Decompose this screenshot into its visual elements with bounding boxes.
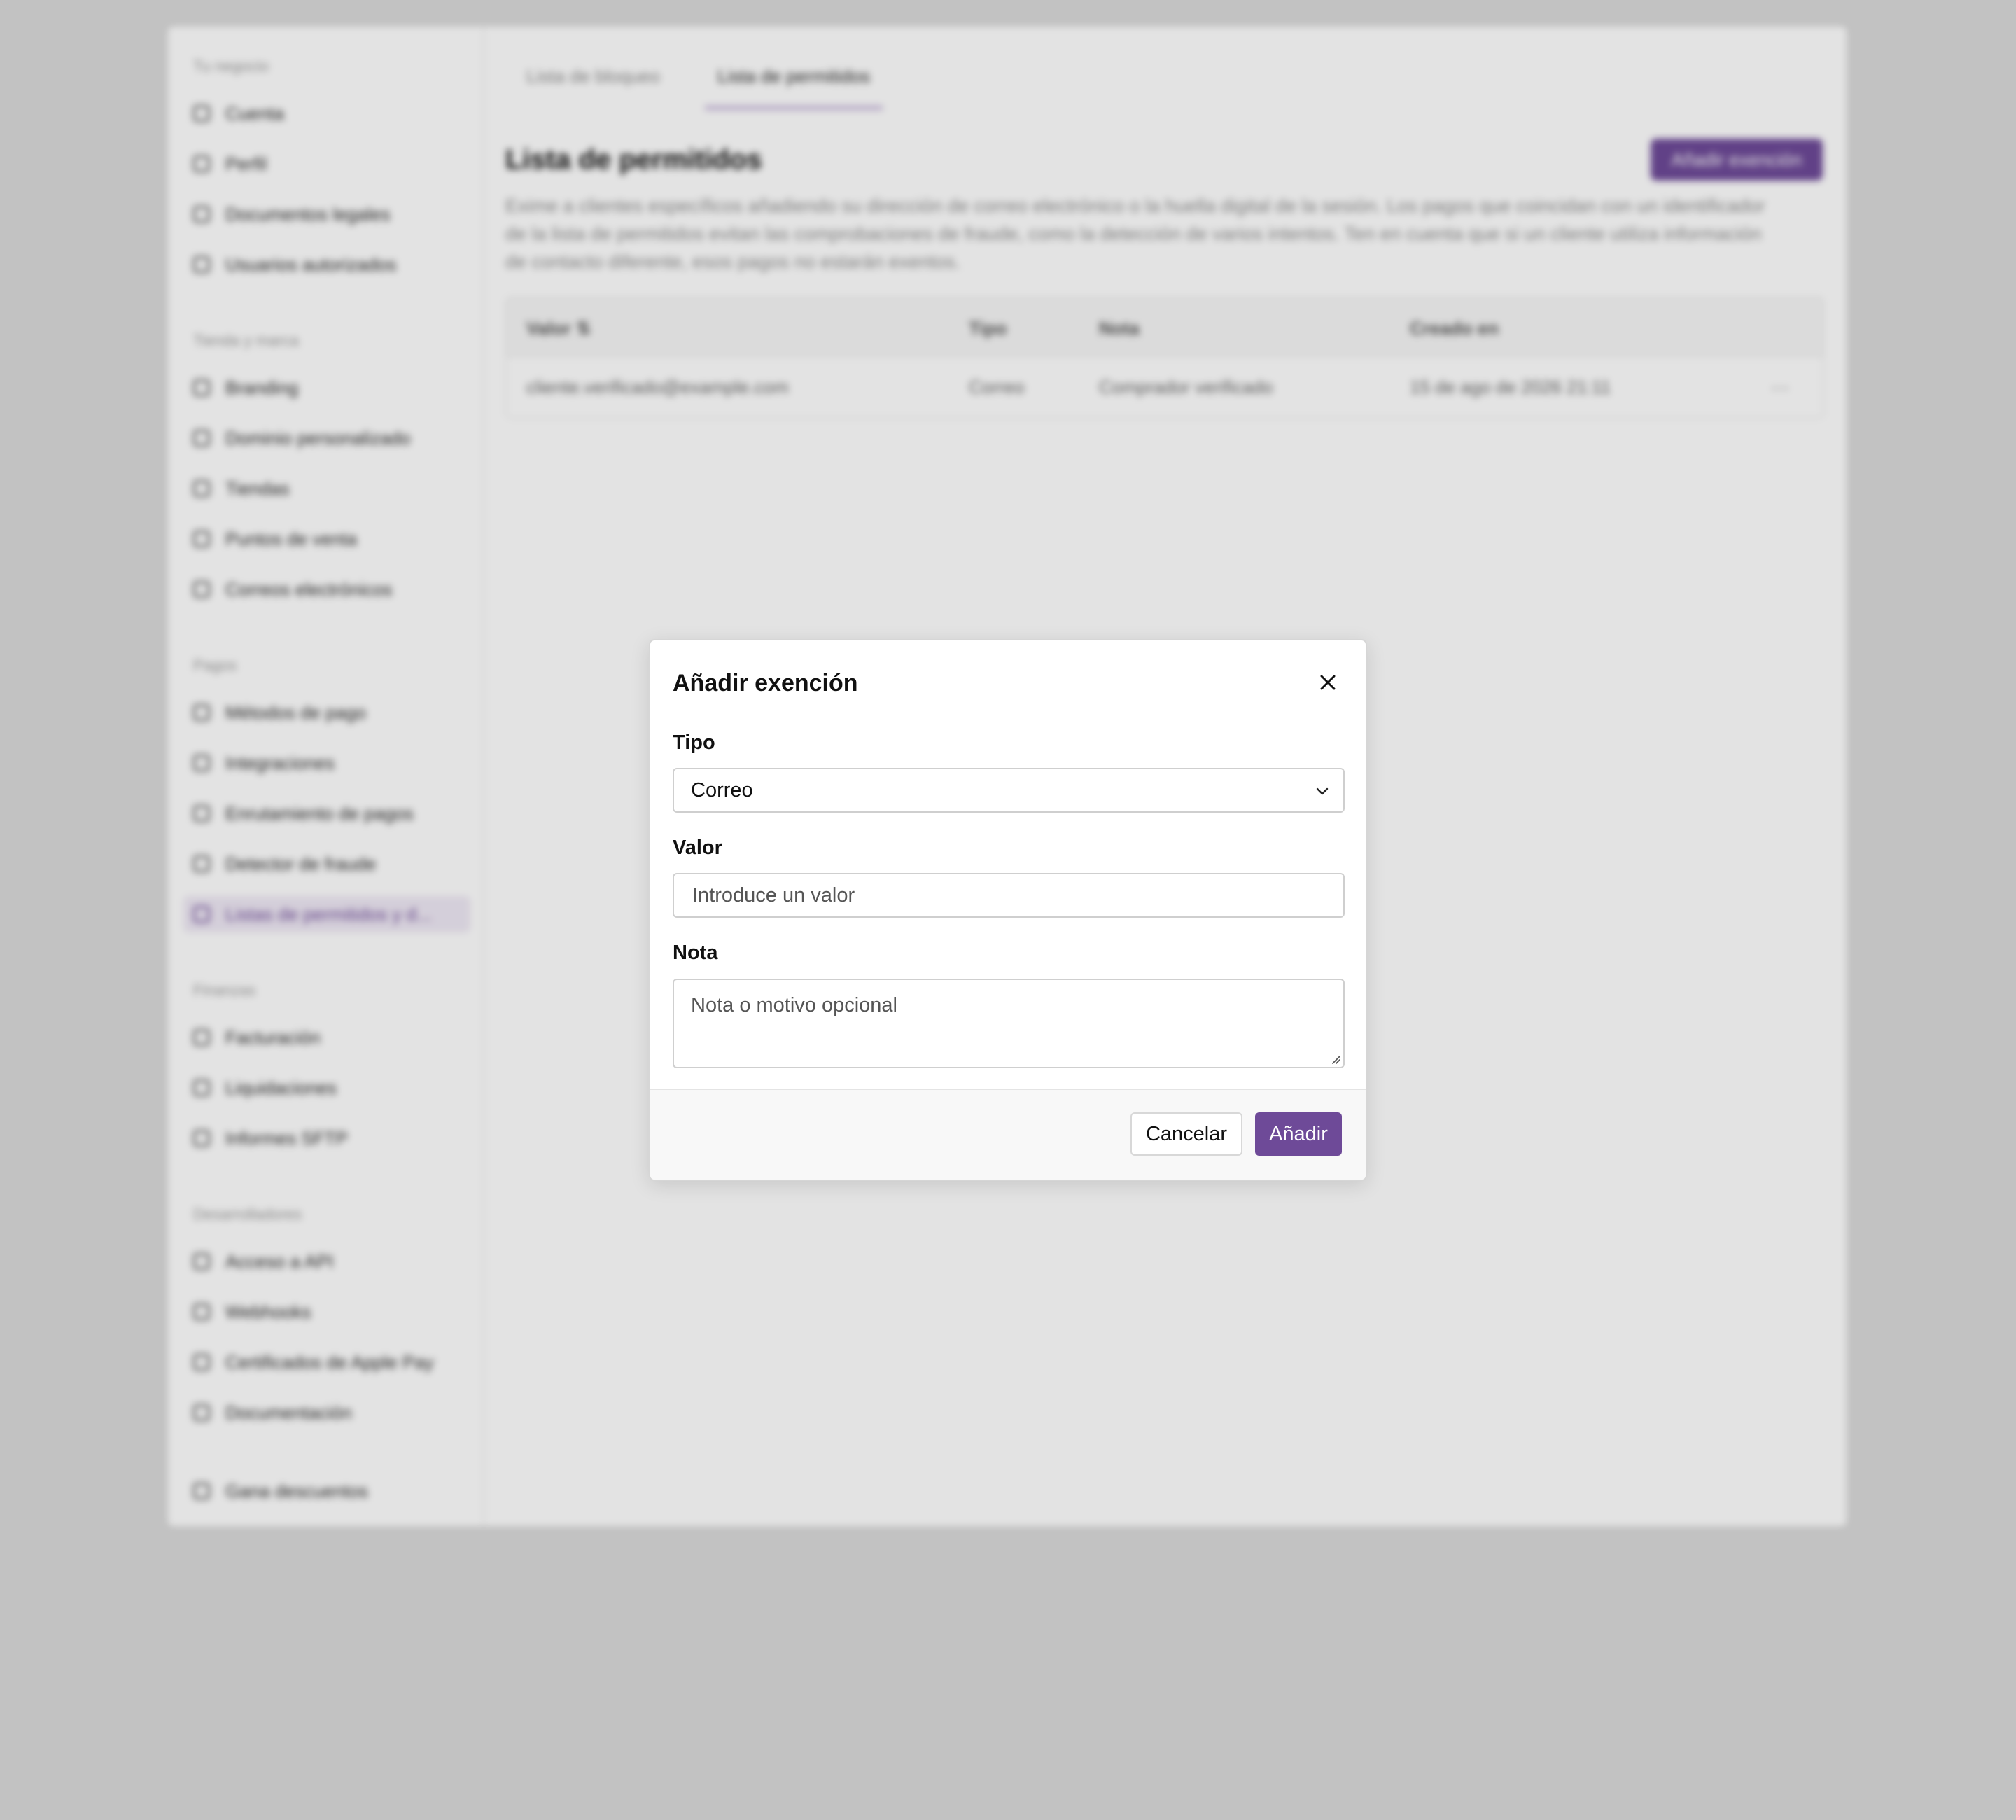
valor-field-wrapper <box>673 873 1345 918</box>
chevron-down-icon <box>1316 788 1329 795</box>
add-button[interactable]: Añadir <box>1255 1112 1342 1156</box>
cancel-button[interactable]: Cancelar <box>1130 1112 1242 1156</box>
tipo-select-value: Correo <box>691 778 753 802</box>
tipo-select[interactable]: Correo <box>673 768 1345 813</box>
dialog-footer: Cancelar Añadir <box>650 1088 1366 1180</box>
resize-handle-icon[interactable] <box>1329 1053 1340 1064</box>
dialog-title: Añadir exención <box>673 670 858 696</box>
add-exemption-dialog: Añadir exención Tipo Correo Valor Nota C… <box>649 639 1367 1181</box>
close-icon <box>1320 675 1336 690</box>
valor-input[interactable] <box>691 883 1343 908</box>
nota-label: Nota <box>673 941 718 964</box>
tipo-label: Tipo <box>673 732 715 754</box>
nota-field-wrapper <box>673 979 1345 1068</box>
close-button[interactable] <box>1312 667 1343 698</box>
nota-textarea[interactable] <box>691 994 1321 1057</box>
valor-label: Valor <box>673 836 722 859</box>
